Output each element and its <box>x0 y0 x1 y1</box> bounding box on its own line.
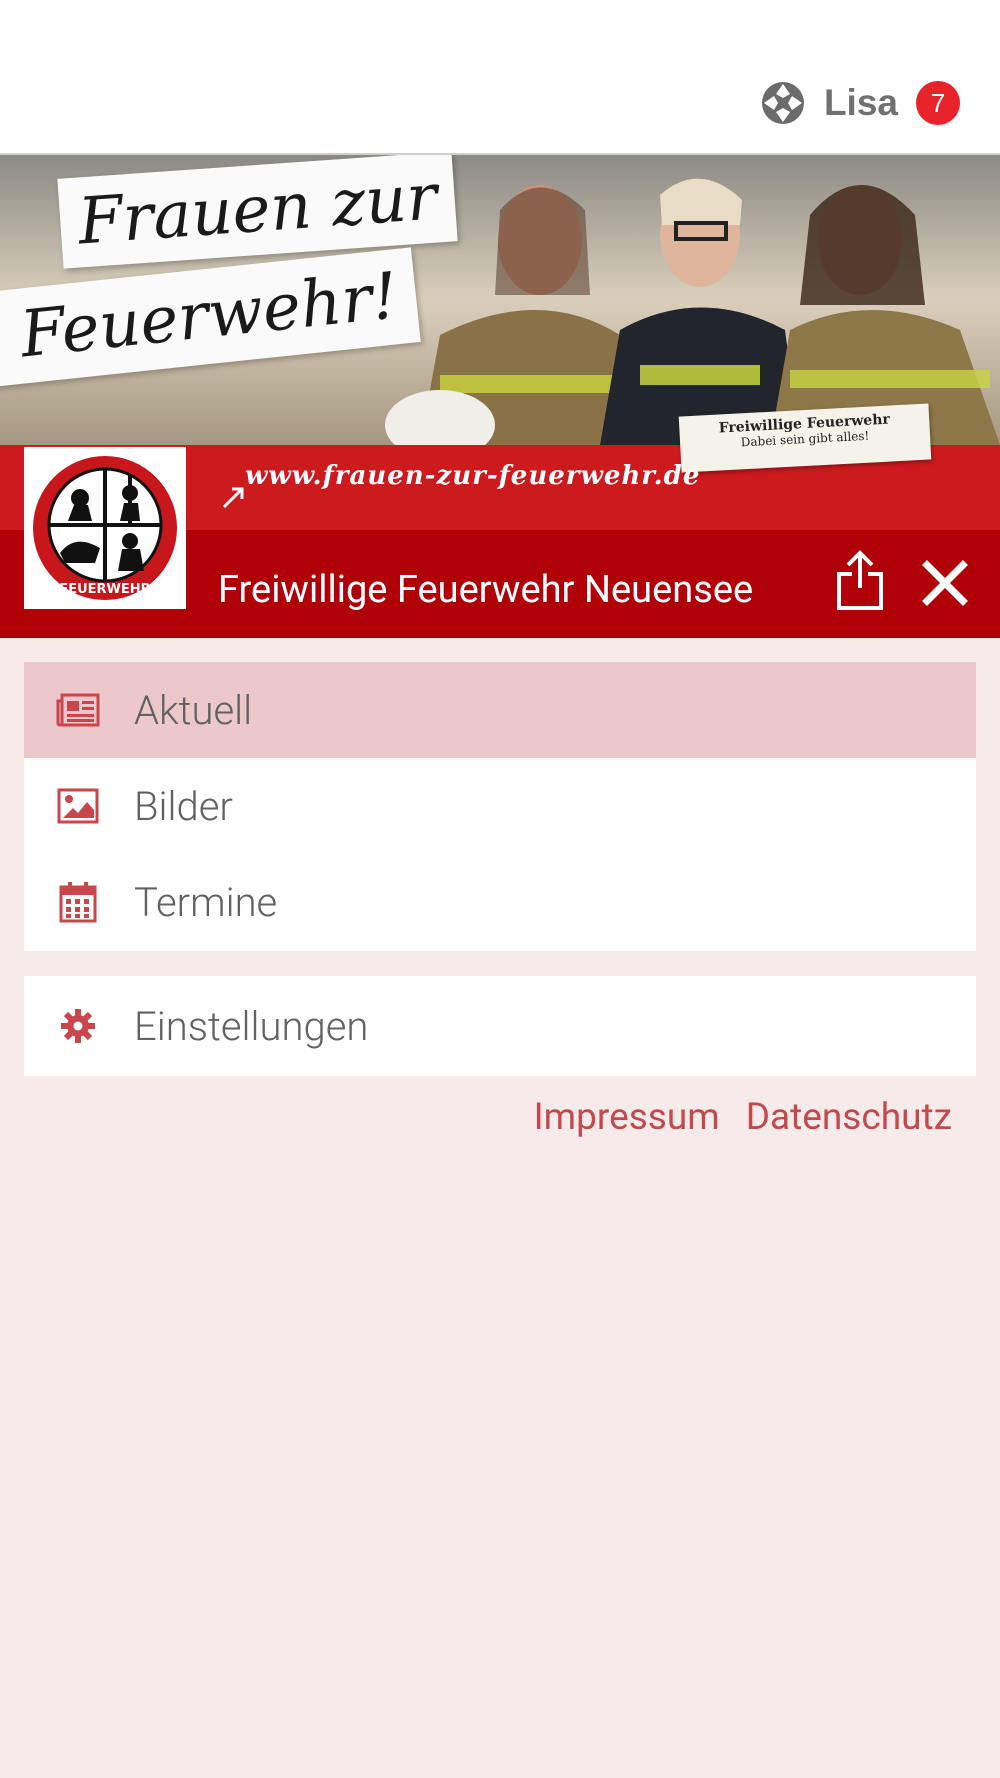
drawer-title: Freiwillige Feuerwehr Neuensee <box>218 568 754 612</box>
menu-item-termine[interactable]: Termine <box>24 854 976 950</box>
menu-label-einstellungen: Einstellungen <box>134 1002 369 1050</box>
impressum-link[interactable]: Impressum <box>534 1096 720 1139</box>
banner-stamp: Freiwillige Feuerwehr Dabei sein gibt al… <box>678 403 932 473</box>
fire-brigade-emblem-icon: FEUERWEHR <box>33 456 177 600</box>
newspaper-icon <box>56 688 100 732</box>
menu-item-aktuell[interactable]: Aktuell <box>24 662 976 758</box>
datenschutz-link[interactable]: Datenschutz <box>746 1096 952 1139</box>
app-header: Lisa 7 <box>0 0 1000 155</box>
footer-links: Impressum Datenschutz <box>534 1096 952 1139</box>
settings-menu: Einstellungen <box>24 976 976 1076</box>
user-status-icon <box>761 82 804 124</box>
user-name[interactable]: Lisa <box>824 82 898 124</box>
navigation-drawer: Frauen zur Feuerwehr! Freiwillige Feuerw… <box>0 155 1000 1778</box>
menu-label-bilder: Bilder <box>134 782 233 830</box>
menu-label-termine: Termine <box>134 878 278 926</box>
banner-website: www.frauen-zur-feuerwehr.de <box>245 461 701 491</box>
menu-label-aktuell: Aktuell <box>134 686 253 734</box>
close-icon[interactable] <box>922 560 968 606</box>
calendar-icon <box>56 880 100 924</box>
notification-badge[interactable]: 7 <box>916 81 960 125</box>
share-icon[interactable] <box>835 550 885 612</box>
fire-brigade-logo: FEUERWEHR <box>24 447 186 609</box>
user-account[interactable]: Lisa 7 <box>760 78 960 128</box>
campaign-banner: Frauen zur Feuerwehr! <box>0 155 1000 445</box>
arrow-icon <box>222 487 244 509</box>
menu-item-bilder[interactable]: Bilder <box>24 758 976 854</box>
menu-item-einstellungen[interactable]: Einstellungen <box>24 976 976 1076</box>
gear-icon <box>56 1004 100 1048</box>
logo-text: FEUERWEHR <box>59 582 150 597</box>
image-icon <box>56 784 100 828</box>
main-menu: Aktuell Bilder Termine <box>24 662 976 951</box>
